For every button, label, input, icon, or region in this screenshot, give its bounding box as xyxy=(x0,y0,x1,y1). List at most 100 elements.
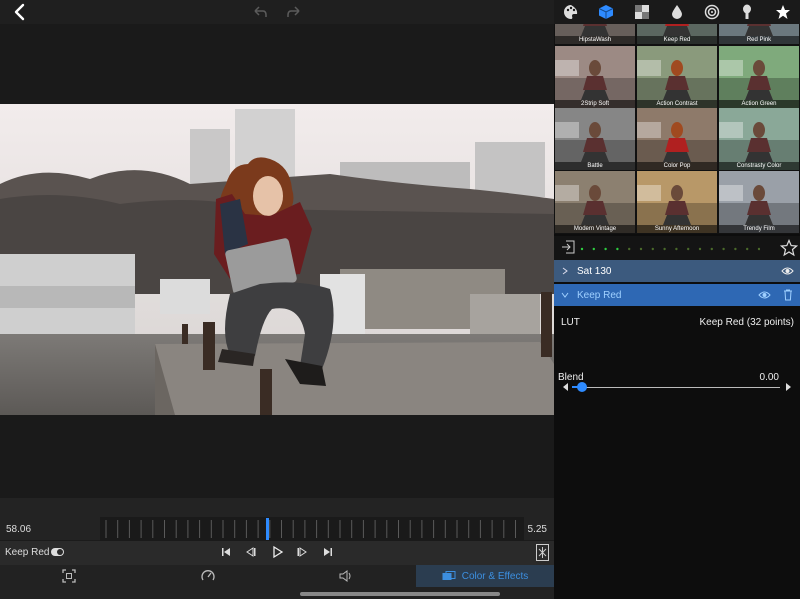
blend-slider-knob[interactable] xyxy=(577,382,587,392)
filter-label: Action Green xyxy=(719,100,799,108)
page-dot xyxy=(698,247,702,251)
filter-preview-image xyxy=(637,185,717,233)
filter-preview-image xyxy=(719,60,799,108)
crop-frame-icon[interactable] xyxy=(62,569,76,583)
skip-to-start-icon[interactable] xyxy=(219,545,233,559)
blend-value: 0.00 xyxy=(759,372,779,383)
skip-to-end-icon[interactable] xyxy=(321,545,335,559)
page-dots xyxy=(580,247,760,251)
filter-preview-image xyxy=(555,122,635,170)
filter-label: HipstaWash xyxy=(555,36,635,44)
filter-label: Battle xyxy=(555,162,635,170)
grid-icon[interactable] xyxy=(634,4,650,20)
page-dot xyxy=(616,247,619,251)
page-dot xyxy=(604,247,607,251)
step-forward-icon[interactable] xyxy=(295,545,309,559)
palette-icon[interactable] xyxy=(563,4,579,20)
layer-label: Sat 130 xyxy=(577,266,612,277)
brush-icon[interactable] xyxy=(739,4,755,20)
play-icon[interactable] xyxy=(270,545,284,559)
filter-thumbnail[interactable]: HipstaWash xyxy=(555,24,635,44)
blend-decrease-arrow[interactable] xyxy=(563,383,568,391)
filter-preview-image xyxy=(555,60,635,108)
back-chevron-icon[interactable] xyxy=(10,2,30,22)
filter-label: Action Contrast xyxy=(637,100,717,108)
timeline-scrubber[interactable] xyxy=(100,517,524,541)
page-dot xyxy=(663,247,666,251)
redo-icon[interactable] xyxy=(286,5,302,19)
undo-icon[interactable] xyxy=(252,5,268,19)
filter-thumbnail[interactable]: 2Strip Soft xyxy=(555,46,635,108)
playhead xyxy=(266,518,269,540)
layer-row-keep-red[interactable]: Keep Red xyxy=(554,284,800,306)
filter-thumbnail[interactable]: Action Contrast xyxy=(637,46,717,108)
layer-row-sat[interactable]: Sat 130 xyxy=(554,260,800,282)
filter-thumbnail[interactable]: Color Pop xyxy=(637,108,717,170)
home-indicator xyxy=(300,592,500,596)
page-dot xyxy=(651,247,654,251)
lut-cube-icon[interactable] xyxy=(598,4,614,20)
filter-preview-image xyxy=(719,122,799,170)
filter-label: Color Pop xyxy=(637,162,717,170)
visibility-eye-icon[interactable] xyxy=(758,290,771,300)
page-dot xyxy=(710,247,713,251)
filter-thumbnail[interactable]: Battle xyxy=(555,108,635,170)
import-layer-icon[interactable] xyxy=(561,240,575,254)
blend-slider[interactable] xyxy=(572,387,780,388)
chevron-right-icon[interactable] xyxy=(562,267,568,275)
filter-preview-image xyxy=(637,60,717,108)
spiral-icon[interactable] xyxy=(704,4,720,20)
chevron-down-icon[interactable] xyxy=(561,292,569,298)
current-filter-label: Keep Red xyxy=(5,547,50,558)
filter-thumbnail[interactable]: Constrasty Color xyxy=(719,108,799,170)
visibility-eye-icon[interactable] xyxy=(781,266,794,276)
page-dot xyxy=(639,247,643,251)
filter-thumbnail[interactable]: Trendy Film xyxy=(719,171,799,233)
timeline-end-time: 5.25 xyxy=(527,524,547,535)
filter-grid: HipstaWash Keep Red Red Pink 2Strip Soft Act… xyxy=(554,24,800,234)
filter-toggle[interactable] xyxy=(51,548,64,556)
video-frame-woman-with-tablet xyxy=(0,104,554,415)
favorite-star-icon[interactable] xyxy=(780,239,798,257)
filter-label: Modern Vintage xyxy=(555,225,635,233)
drop-icon[interactable] xyxy=(669,4,685,20)
page-dot xyxy=(592,247,595,251)
page-dot xyxy=(757,247,760,251)
timeline-start-time: 58.06 xyxy=(6,524,32,535)
tab-color-effects-label: Color & Effects xyxy=(461,570,529,582)
volume-icon[interactable] xyxy=(339,569,353,583)
filter-label: 2Strip Soft xyxy=(555,100,635,108)
layer-label: Keep Red xyxy=(577,290,622,301)
blend-increase-arrow[interactable] xyxy=(786,383,791,391)
trash-icon[interactable] xyxy=(783,289,793,301)
filter-label: Red Pink xyxy=(719,36,799,44)
lut-label: LUT xyxy=(561,317,580,328)
filter-thumbnail[interactable]: Red Pink xyxy=(719,24,799,44)
filter-label: Constrasty Color xyxy=(719,162,799,170)
page-dot xyxy=(746,247,749,251)
filter-thumbnail[interactable]: Sunny Afternoon xyxy=(637,171,717,233)
step-back-icon[interactable] xyxy=(244,545,258,559)
filter-preview-image xyxy=(719,185,799,233)
filter-label: Trendy Film xyxy=(719,225,799,233)
tab-color-effects[interactable]: Color & Effects xyxy=(416,565,554,587)
filter-preview-image xyxy=(637,122,717,170)
color-effects-icon xyxy=(442,571,456,580)
page-dot xyxy=(580,247,584,251)
star-icon[interactable] xyxy=(775,4,791,20)
filter-label: Sunny Afternoon xyxy=(637,225,717,233)
filter-thumbnail[interactable]: Keep Red xyxy=(637,24,717,44)
filter-preview-image xyxy=(555,185,635,233)
page-dot xyxy=(687,247,690,251)
filter-label: Keep Red xyxy=(637,36,717,44)
speed-gauge-icon[interactable] xyxy=(201,569,215,583)
lut-value[interactable]: Keep Red (32 points) xyxy=(699,317,794,328)
page-dot xyxy=(734,247,737,251)
top-toolbar xyxy=(0,0,554,24)
filter-thumbnail[interactable]: Action Green xyxy=(719,46,799,108)
page-dot xyxy=(675,247,678,251)
page-dot xyxy=(628,247,631,251)
page-dot xyxy=(722,247,725,251)
filter-thumbnail[interactable]: Modern Vintage xyxy=(555,171,635,233)
clip-settings-icon[interactable] xyxy=(536,544,549,561)
